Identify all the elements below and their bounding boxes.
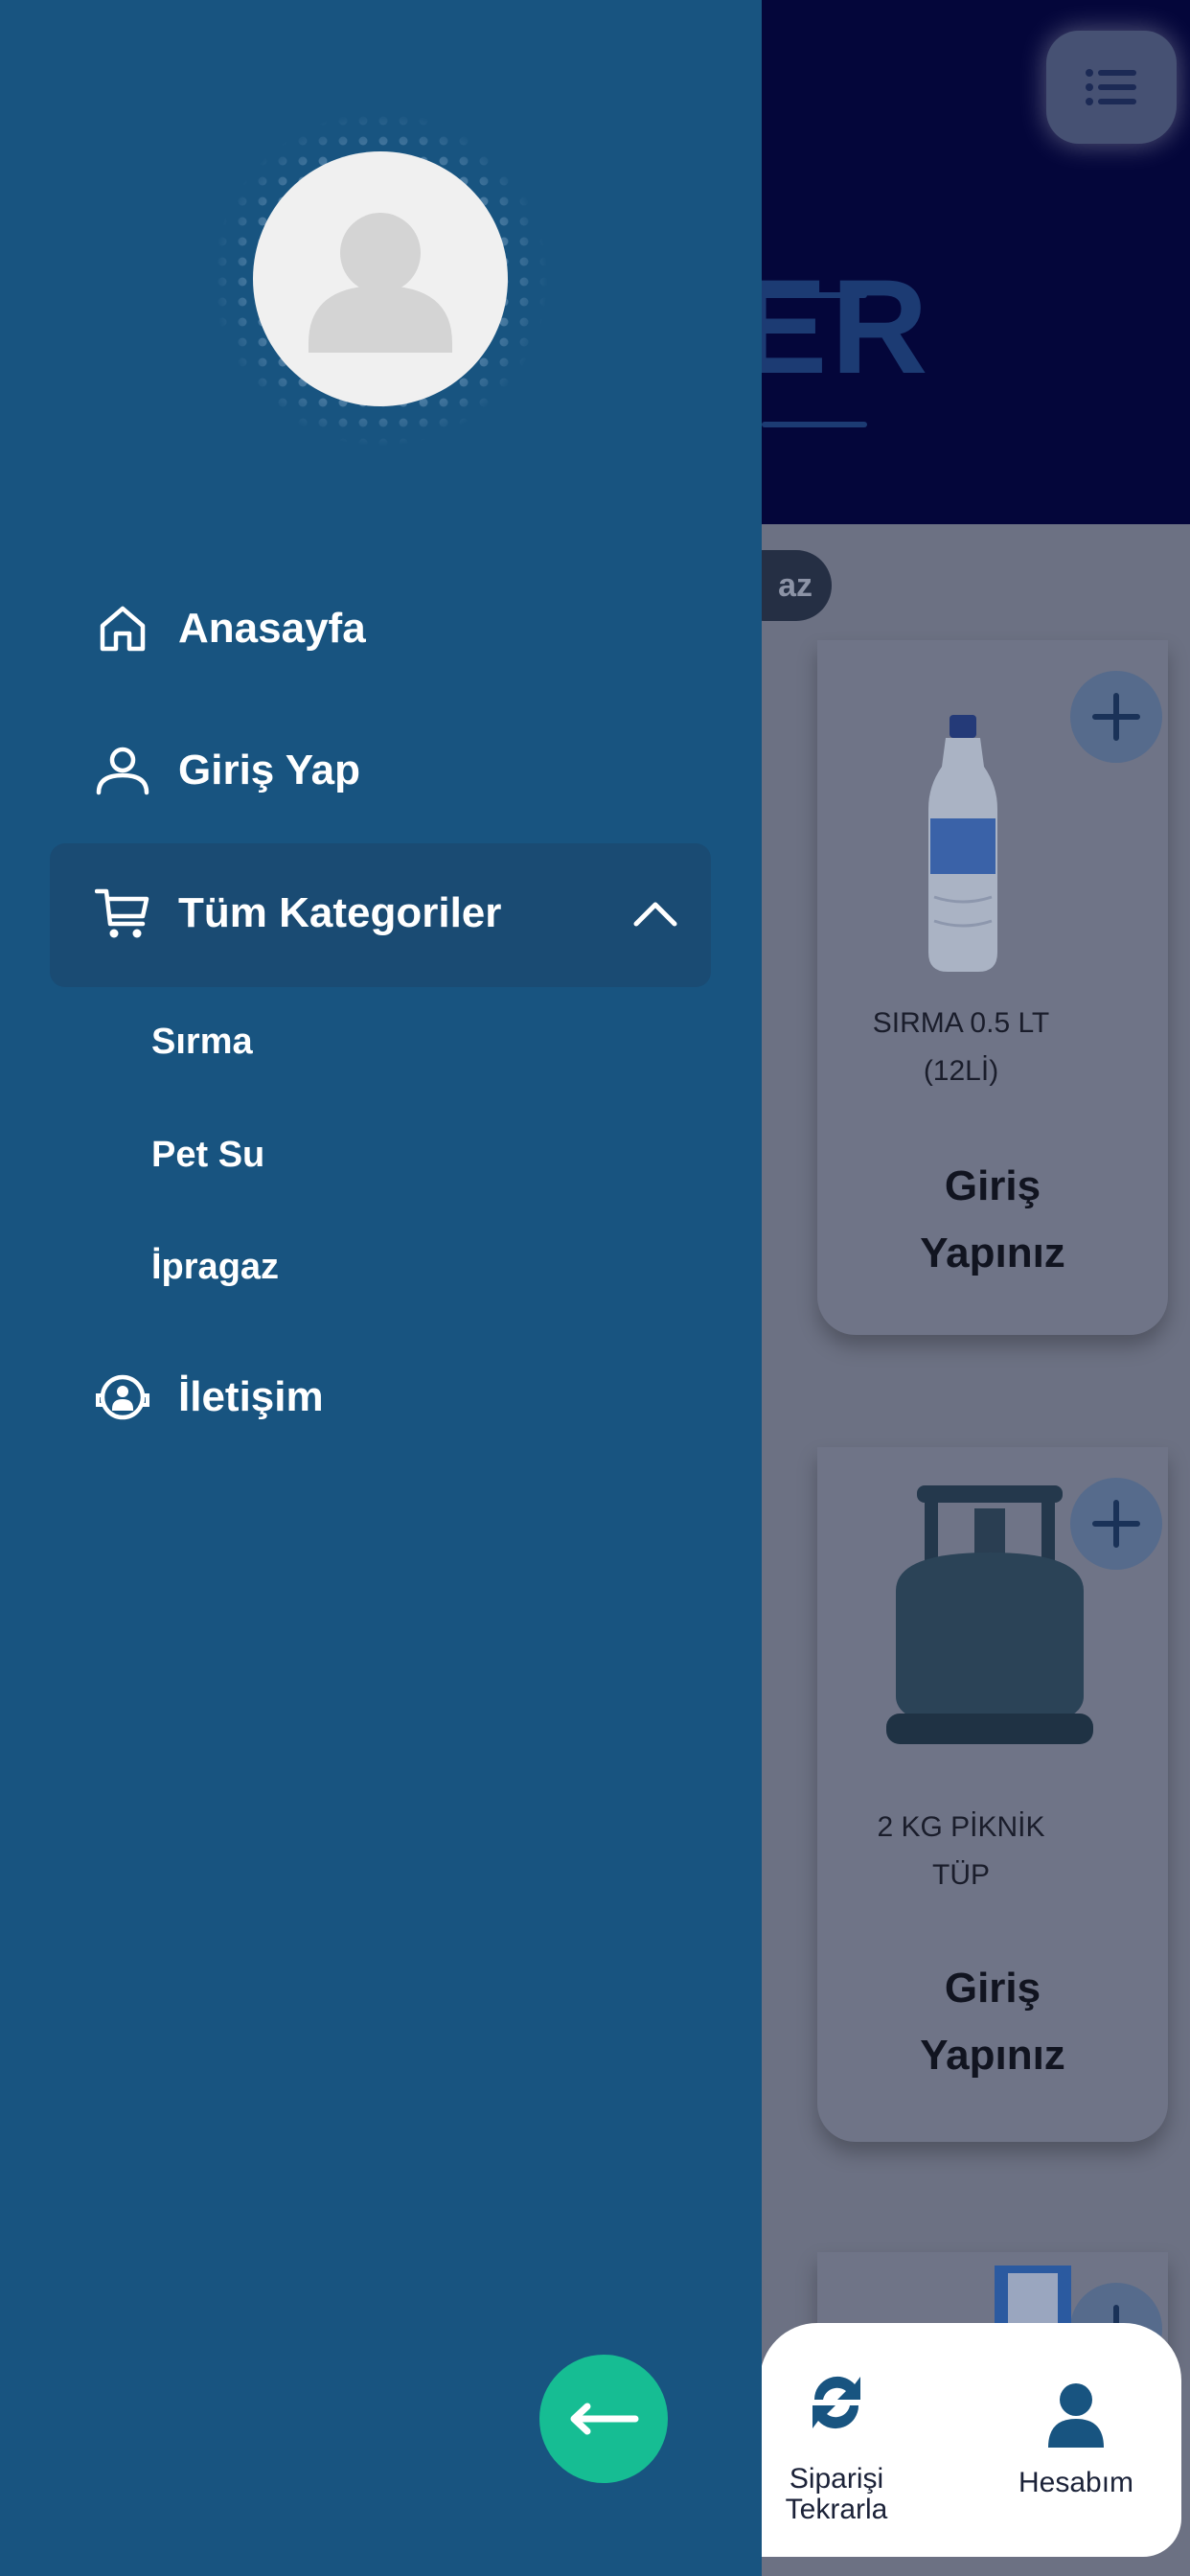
product-name-line: (12Lİ) (923, 1055, 999, 1087)
login-prompt-line: Yapınız (920, 1230, 1065, 1276)
repeat-icon (812, 2376, 860, 2429)
product-name-line: TÜP (932, 1859, 990, 1891)
user-icon (94, 742, 151, 799)
cart-icon (94, 885, 151, 942)
product-name: SIRMA 0.5 LT (12Lİ) (817, 1000, 1105, 1095)
add-to-cart-button[interactable] (1070, 671, 1162, 763)
account-icon (1048, 2383, 1104, 2448)
plus-icon (1092, 693, 1140, 741)
login-prompt-line: Giriş (944, 1965, 1041, 2012)
login-prompt[interactable]: Giriş Yapınız (817, 1153, 1168, 1287)
logo-line (762, 422, 867, 427)
repeat-order-label: Siparişi (789, 2463, 884, 2495)
category-item-sirma[interactable]: Sırma (151, 1022, 253, 1063)
category-chip-label: az (778, 566, 812, 604)
product-name-line: 2 KG PİKNİK (877, 1811, 1045, 1843)
chevron-up-icon (632, 899, 678, 928)
user-placeholder-icon (309, 213, 452, 353)
nav-item-label: Tüm Kategoriler (178, 889, 502, 936)
product-name-line: SIRMA 0.5 LT (872, 1007, 1050, 1039)
list-icon (1086, 69, 1136, 105)
menu-toggle-button[interactable] (1046, 31, 1177, 144)
nav-item-login[interactable]: Giriş Yap (94, 742, 360, 799)
login-prompt-line: Yapınız (920, 2032, 1065, 2079)
login-prompt-line: Giriş (944, 1162, 1041, 1209)
profile-avatar[interactable] (213, 111, 548, 447)
home-icon (94, 600, 151, 657)
nav-item-all-categories[interactable]: Tüm Kategoriler (94, 885, 678, 942)
close-drawer-button[interactable] (539, 2355, 668, 2483)
nav-item-label: Anasayfa (178, 605, 366, 652)
repeat-order-label: Tekrarla (785, 2494, 888, 2525)
account-tab[interactable]: Hesabım (1009, 2382, 1143, 2498)
account-label: Hesabım (1018, 2467, 1134, 2498)
nav-item-contact[interactable]: İletişim (94, 1368, 324, 1426)
water-bottle-icon (928, 715, 997, 972)
logo-line (762, 292, 867, 298)
brand-logo: ER (738, 251, 932, 402)
product-card[interactable]: SIRMA 0.5 LT (12Lİ) Giriş Yapınız (817, 640, 1168, 1335)
nav-item-home[interactable]: Anasayfa (94, 600, 366, 657)
side-drawer: Anasayfa Giriş Yap Tüm Kategoriler Sırma… (0, 0, 762, 2576)
nav-item-label: İletişim (178, 1373, 324, 1420)
repeat-order-tab[interactable]: Siparişi Tekrarla (779, 2367, 894, 2525)
gas-cylinder-icon (886, 1485, 1093, 1744)
login-prompt[interactable]: Giriş Yapınız (817, 1955, 1168, 2089)
product-name: 2 KG PİKNİK TÜP (817, 1804, 1105, 1899)
bottom-navigation: Siparişi Tekrarla Hesabım (760, 2323, 1181, 2557)
category-item-ipragaz[interactable]: İpragaz (151, 1247, 279, 1288)
product-card[interactable]: 2 KG PİKNİK TÜP Giriş Yapınız (817, 1447, 1168, 2142)
arrow-left-icon (570, 2403, 639, 2435)
category-item-pet-su[interactable]: Pet Su (151, 1135, 264, 1176)
support-icon (94, 1368, 151, 1426)
nav-item-label: Giriş Yap (178, 747, 360, 794)
avatar (253, 151, 508, 406)
